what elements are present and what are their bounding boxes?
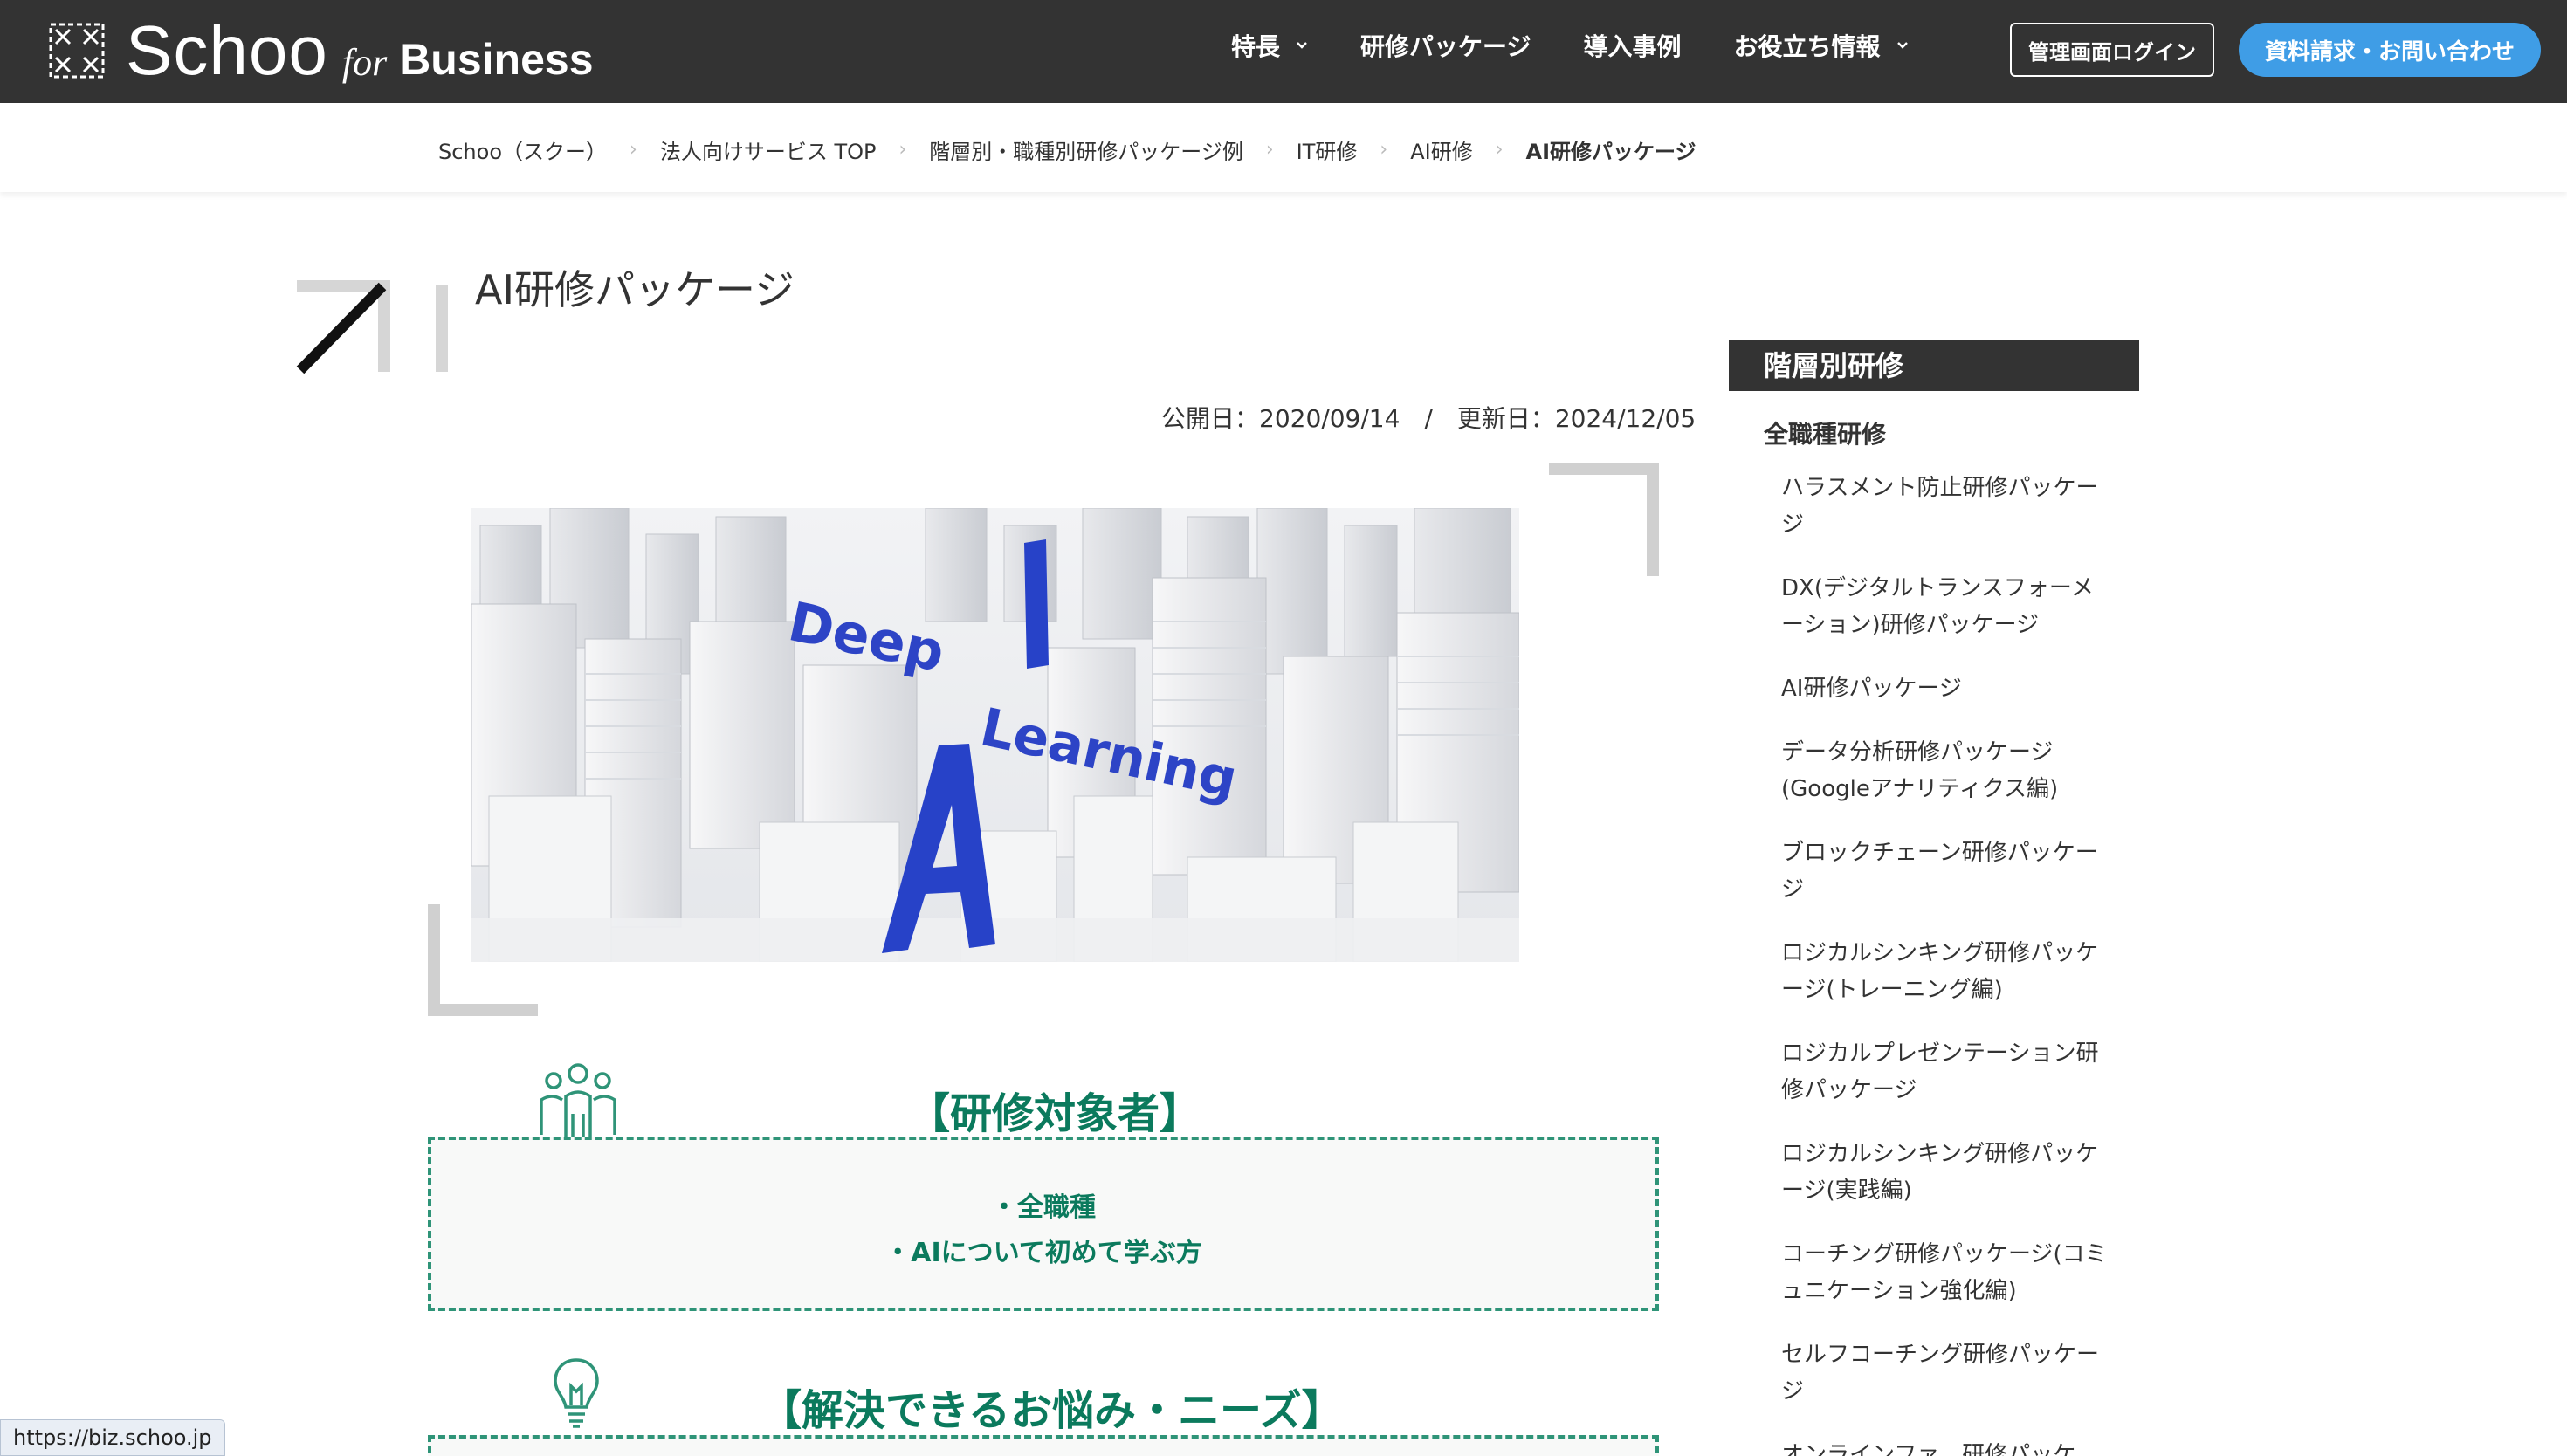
sidebar-item-data-analysis[interactable]: データ分析研修パッケージ(Googleアナリティクス編) bbox=[1781, 734, 2113, 807]
hero-city-illustration: Deep Learning bbox=[471, 508, 1519, 962]
nav-features[interactable]: 特長 bbox=[1231, 28, 1308, 63]
hero-frame-top-right bbox=[1549, 463, 1659, 576]
breadcrumb-item-it-training[interactable]: IT研修 bbox=[1297, 134, 1358, 165]
chevron-right-icon: › bbox=[1495, 139, 1504, 161]
breadcrumb: Schoo（スクー） › 法人向けサービス TOP › 階層別・職種別研修パッケ… bbox=[438, 134, 1696, 165]
hero-image: Deep Learning bbox=[471, 508, 1519, 962]
sidebar-item-online-facilitation[interactable]: オンラインファ…研修パッケ… bbox=[1781, 1437, 2113, 1456]
target-item-all-jobs: ・全職種 bbox=[991, 1192, 1096, 1223]
admin-login-button[interactable]: 管理画面ログイン bbox=[2010, 23, 2214, 77]
nav-packages-label: 研修パッケージ bbox=[1360, 32, 1531, 61]
sidebar-item-logical-presentation[interactable]: ロジカルプレゼンテーション研修パッケージ bbox=[1781, 1035, 2113, 1109]
sidebar-item-harassment[interactable]: ハラスメント防止研修パッケージ bbox=[1781, 470, 2113, 543]
publish-update-dates: 公開日：2020/09/14 / 更新日：2024/12/05 bbox=[1161, 404, 1696, 433]
nav-resources-label: お役立ち情報 bbox=[1733, 32, 1881, 61]
nav-case-studies[interactable]: 導入事例 bbox=[1583, 28, 1681, 63]
needs-box bbox=[428, 1435, 1659, 1456]
logo-for: for bbox=[341, 40, 388, 84]
main-nav: 特長 研修パッケージ 導入事例 お役立ち情報 bbox=[1231, 28, 1961, 63]
breadcrumb-item-package-examples[interactable]: 階層別・職種別研修パッケージ例 bbox=[929, 134, 1243, 165]
status-bar-url: https://biz.schoo.jp bbox=[0, 1419, 225, 1456]
chevron-right-icon: › bbox=[1265, 139, 1274, 161]
chevron-right-icon: › bbox=[630, 139, 637, 161]
sidebar-item-logical-thinking-training[interactable]: ロジカルシンキング研修パッケージ(トレーニング編) bbox=[1781, 935, 2113, 1008]
sidebar-item-ai[interactable]: AI研修パッケージ bbox=[1781, 670, 2113, 707]
chevron-right-icon: › bbox=[1380, 139, 1388, 161]
target-item-ai-beginners: ・AIについて初めて学ぶ方 bbox=[884, 1238, 1202, 1268]
logo-mark-icon bbox=[49, 23, 105, 79]
sidebar-list: ハラスメント防止研修パッケージ DX(デジタルトランスフォーメーション)研修パッ… bbox=[1781, 470, 2113, 1456]
schoo-logo[interactable]: Schoo for Business bbox=[49, 16, 594, 86]
hero-letter-i bbox=[1024, 539, 1049, 669]
title-decoration-icon bbox=[296, 280, 448, 374]
sidebar-item-self-coaching[interactable]: セルフコーチング研修パッケージ bbox=[1781, 1336, 2113, 1410]
logo-wordmark: Schoo bbox=[126, 11, 328, 89]
sidebar-item-coaching[interactable]: コーチング研修パッケージ(コミュニケーション強化編) bbox=[1781, 1236, 2113, 1309]
logo-business: Business bbox=[399, 35, 594, 84]
chevron-down-icon bbox=[1297, 42, 1307, 49]
breadcrumb-bar: Schoo（スクー） › 法人向けサービス TOP › 階層別・職種別研修パッケ… bbox=[0, 103, 2567, 192]
nav-features-label: 特長 bbox=[1231, 32, 1281, 61]
sidebar-item-logical-thinking-practice[interactable]: ロジカルシンキング研修パッケージ(実践編) bbox=[1781, 1136, 2113, 1209]
chevron-right-icon: › bbox=[898, 139, 907, 161]
nav-resources[interactable]: お役立ち情報 bbox=[1733, 28, 1908, 63]
nav-case-studies-label: 導入事例 bbox=[1583, 32, 1682, 61]
breadcrumb-item-business-top[interactable]: 法人向けサービス TOP bbox=[660, 134, 877, 165]
breadcrumb-item-current: AI研修パッケージ bbox=[1525, 140, 1696, 164]
site-header: Schoo for Business 特長 研修パッケージ 導入事例 お役立ち情… bbox=[0, 0, 2567, 103]
target-box: ・全職種 ・AIについて初めて学ぶ方 bbox=[428, 1137, 1659, 1311]
sidebar-item-blockchain[interactable]: ブロックチェーン研修パッケージ bbox=[1781, 834, 2113, 908]
target-heading: 【研修対象者】 bbox=[908, 1089, 1202, 1138]
sidebar-item-dx[interactable]: DX(デジタルトランスフォーメーション)研修パッケージ bbox=[1781, 570, 2113, 643]
nav-packages[interactable]: 研修パッケージ bbox=[1360, 28, 1531, 63]
contact-button[interactable]: 資料請求・お問い合わせ bbox=[2239, 23, 2541, 77]
sidebar-heading: 階層別研修 bbox=[1729, 340, 2139, 391]
people-icon bbox=[540, 1063, 616, 1140]
breadcrumb-item-schoo[interactable]: Schoo（スクー） bbox=[438, 134, 607, 165]
page-title: AI研修パッケージ bbox=[475, 266, 795, 313]
breadcrumb-item-ai-training[interactable]: AI研修 bbox=[1410, 134, 1473, 165]
sidebar-subheading[interactable]: 全職種研修 bbox=[1764, 416, 1886, 450]
needs-heading: 【解決できるお悩み・ニーズ】 bbox=[760, 1386, 1344, 1435]
lightbulb-icon bbox=[554, 1358, 599, 1428]
chevron-down-icon bbox=[1896, 42, 1908, 49]
